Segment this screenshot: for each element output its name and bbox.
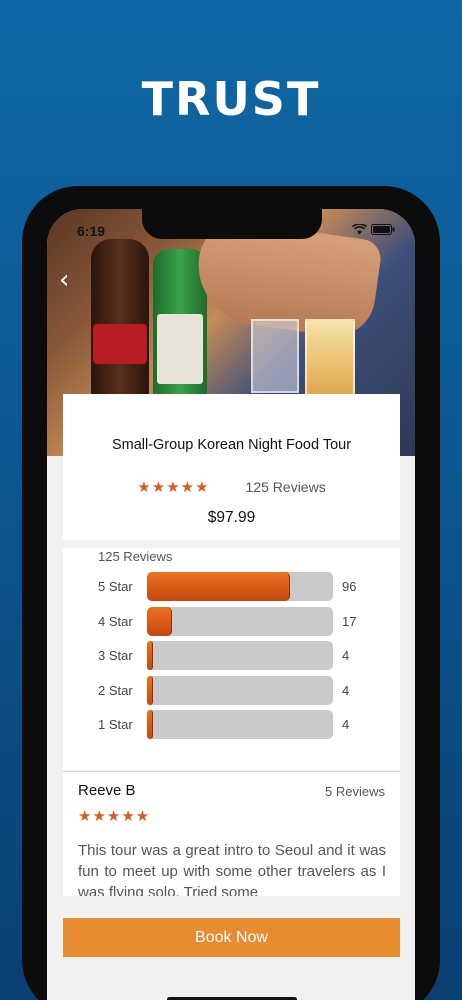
rating-bar-label: 1 Star [98,717,133,732]
headline: TRUST [141,72,321,126]
rating-breakdown: 125 Reviews 5 Star 96 4 Star 17 3 Star 4… [63,548,400,770]
rating-bar-track [147,607,333,636]
rating-bar-row: 5 Star 96 [98,572,388,602]
review-stars-icon: ★★★★★ [78,807,151,825]
rating-bar-count: 4 [342,683,350,698]
review-count[interactable]: 125 Reviews [246,479,326,495]
battery-icon [371,224,395,235]
notch [142,209,322,239]
rating-bar-row: 3 Star 4 [98,641,388,671]
rating-bar-label: 3 Star [98,648,133,663]
rating-bar-fill [147,641,153,670]
rating-bar-fill [147,607,173,636]
rating-bar-label: 2 Star [98,683,133,698]
rating-bar-row: 2 Star 4 [98,676,388,706]
status-time: 6:19 [77,223,106,239]
rating-stars-icon: ★★★★★ [137,478,210,496]
rating-bar-row: 1 Star 4 [98,710,388,740]
tour-title: Small-Group Korean Night Food Tour [111,437,352,453]
bottle-label [157,314,203,384]
tour-summary-card: Small-Group Korean Night Food Tour ★★★★★… [63,394,400,540]
review-text: This tour was a great intro to Seoul and… [78,842,386,896]
breakdown-title: 125 Reviews [98,549,173,564]
rating-bar-track [147,710,333,739]
rating-bar-row: 4 Star 17 [98,607,388,637]
glass-image [305,319,355,397]
rating-bar-count: 17 [342,614,357,629]
rating-bar-fill [147,710,153,739]
rating-bar-count: 96 [342,579,357,594]
rating-bar-fill [147,676,153,705]
book-now-button[interactable]: Book Now [63,918,400,957]
rating-bar-count: 4 [342,717,350,732]
rating-bar-track [147,641,333,670]
rating-bar-label: 4 Star [98,614,133,629]
app-screen: 6:19 ‹ Small-Group Korean Night Food Tou… [47,209,415,1000]
bottle-label [93,324,147,364]
back-chevron-icon[interactable]: ‹ [59,265,69,295]
rating-bar-track [147,676,333,705]
rating-row: ★★★★★ 125 Reviews [63,478,400,496]
tour-price: $97.99 [207,509,256,526]
rating-bar-fill [147,572,290,601]
glass-image [251,319,299,393]
reviewer-review-count: 5 Reviews [325,784,385,799]
reviewer-name: Reeve B [78,782,136,799]
status-icons [352,224,395,235]
rating-bar-count: 4 [342,648,350,663]
wifi-icon [352,224,367,235]
rating-bar-label: 5 Star [98,579,133,594]
review-card[interactable]: Reeve B 5 Reviews ★★★★★ This tour was a … [63,771,400,896]
rating-bar-track [147,572,333,601]
